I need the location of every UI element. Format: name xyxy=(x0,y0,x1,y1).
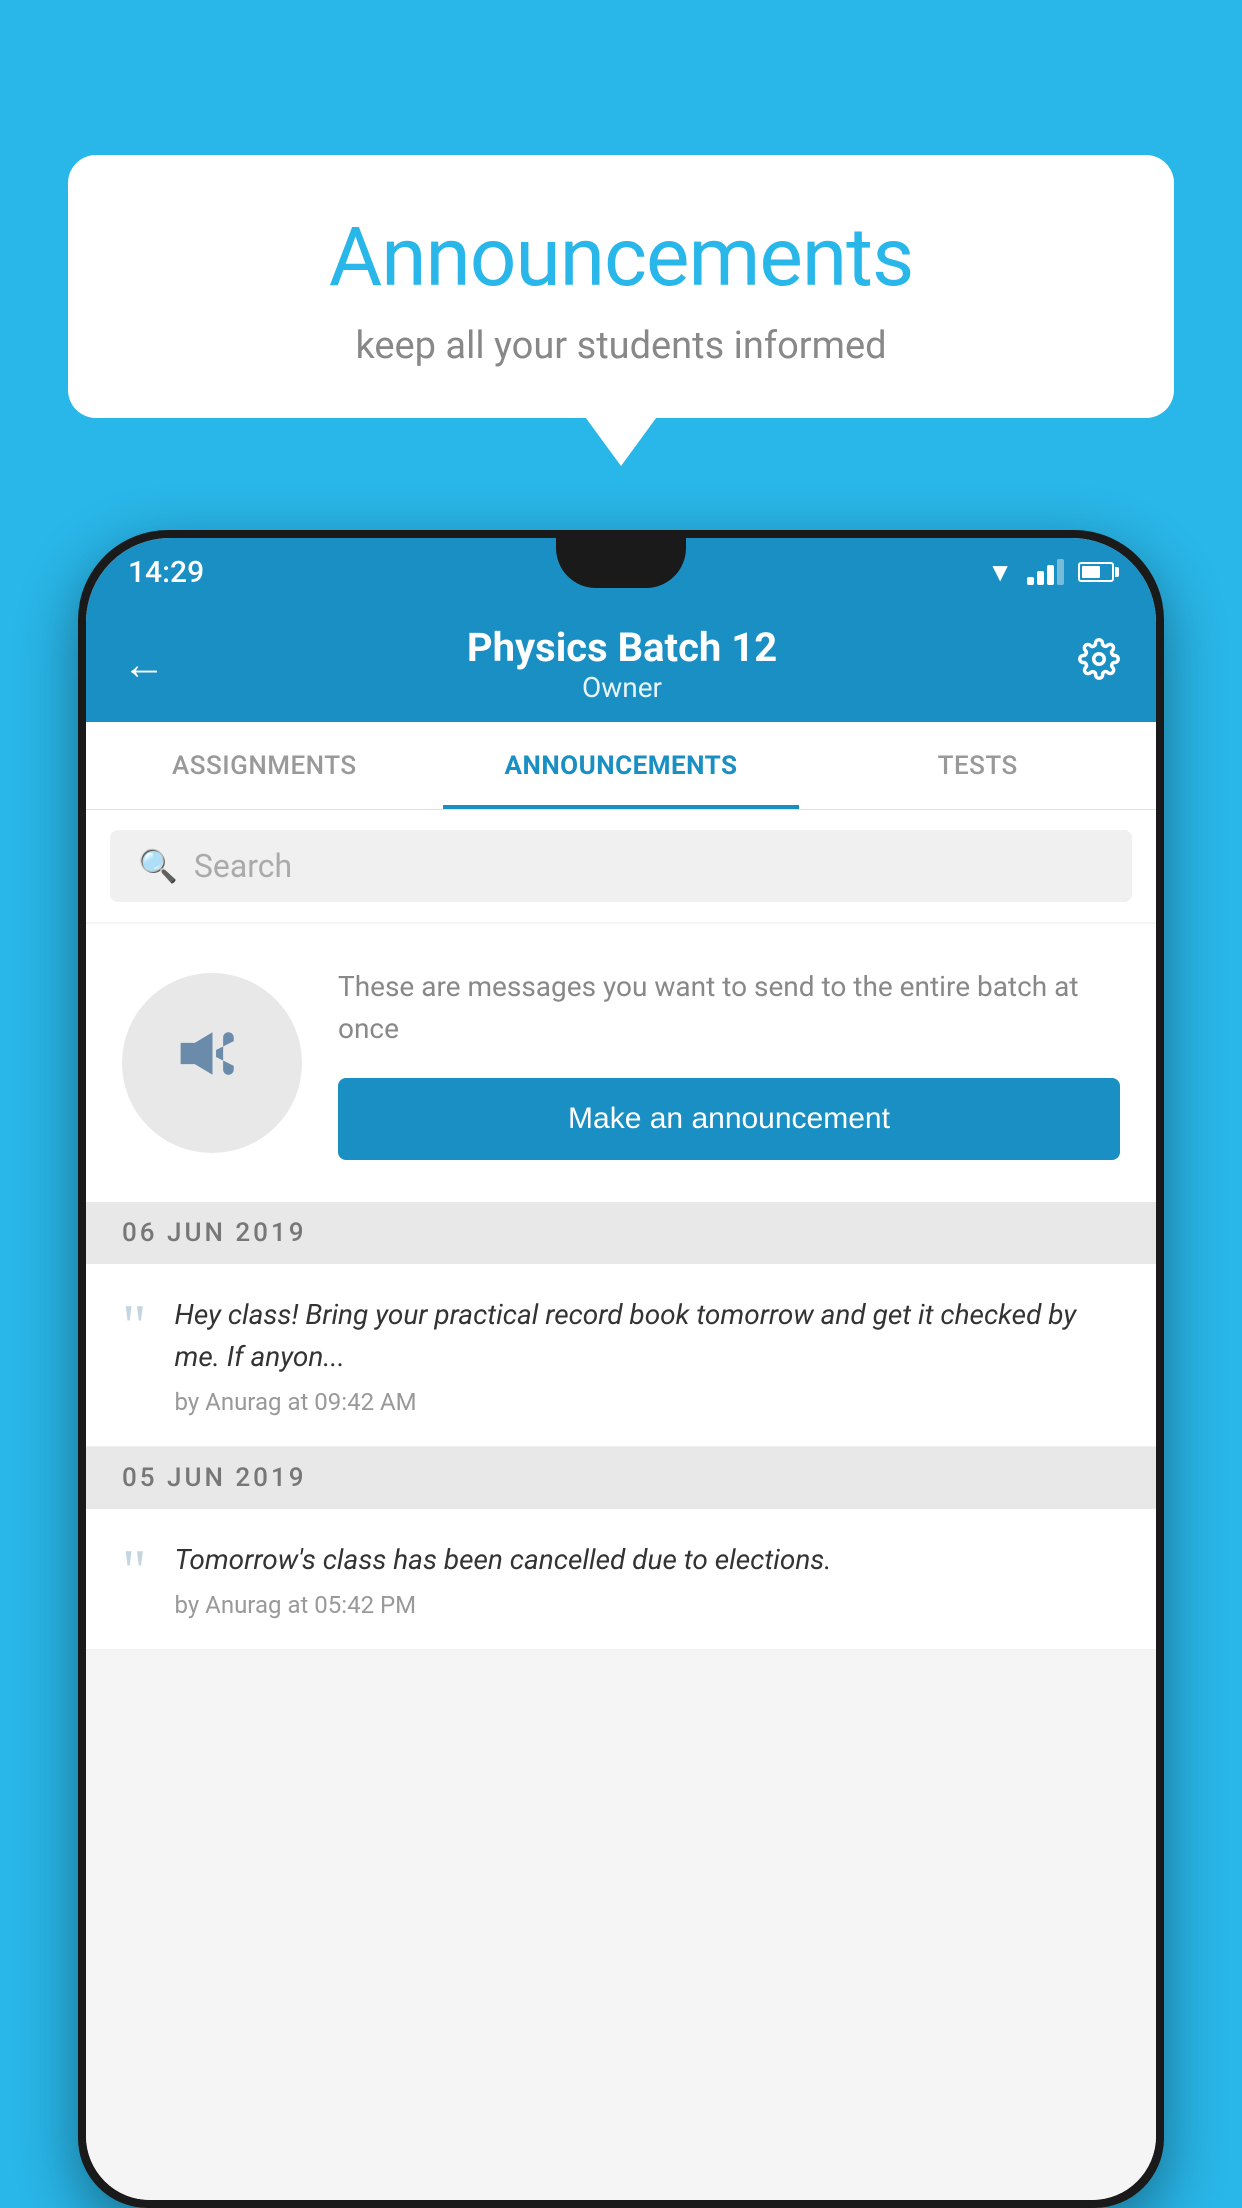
header-title: Physics Batch 12 xyxy=(166,624,1078,671)
tab-assignments[interactable]: ASSIGNMENTS xyxy=(86,722,443,809)
tab-announcements[interactable]: ANNOUNCEMENTS xyxy=(443,722,800,809)
search-icon: 🔍 xyxy=(138,847,178,885)
make-announcement-button[interactable]: Make an announcement xyxy=(338,1078,1120,1160)
announcement-meta-2: by Anurag at 05:42 PM xyxy=(175,1591,1121,1619)
content-area: 🔍 Search These are messages yo xyxy=(86,810,1156,2200)
speech-bubble-subtitle: keep all your students informed xyxy=(128,324,1114,368)
header-center: Physics Batch 12 Owner xyxy=(166,624,1078,704)
phone-frame: 14:29 ▼ xyxy=(78,530,1164,2208)
announcement-text-1: Hey class! Bring your practical record b… xyxy=(175,1294,1121,1378)
search-bar[interactable]: 🔍 Search xyxy=(110,830,1132,902)
date-separator-1: 06 JUN 2019 xyxy=(86,1202,1156,1264)
phone-inner: 14:29 ▼ xyxy=(86,538,1156,2200)
tab-bar: ASSIGNMENTS ANNOUNCEMENTS TESTS xyxy=(86,722,1156,810)
announcement-text-2: Tomorrow's class has been cancelled due … xyxy=(175,1539,1121,1581)
search-placeholder: Search xyxy=(194,847,292,885)
wifi-icon: ▼ xyxy=(987,557,1013,588)
status-icons: ▼ xyxy=(987,557,1114,588)
back-button[interactable]: ← xyxy=(122,638,166,690)
announcement-content-2: Tomorrow's class has been cancelled due … xyxy=(175,1539,1121,1619)
quote-icon-2: " xyxy=(122,1547,147,1595)
speech-bubble-title: Announcements xyxy=(128,210,1114,306)
date-separator-2: 05 JUN 2019 xyxy=(86,1447,1156,1509)
phone-notch xyxy=(556,538,686,588)
speech-bubble-section: Announcements keep all your students inf… xyxy=(68,155,1174,418)
announcement-item-1[interactable]: " Hey class! Bring your practical record… xyxy=(86,1264,1156,1447)
battery-icon xyxy=(1078,562,1114,582)
header-subtitle: Owner xyxy=(166,671,1078,704)
phone-screen: 14:29 ▼ xyxy=(86,538,1156,2200)
speech-bubble: Announcements keep all your students inf… xyxy=(68,155,1174,418)
search-container: 🔍 Search xyxy=(86,810,1156,922)
megaphone-icon xyxy=(170,1011,255,1116)
announcement-prompt: These are messages you want to send to t… xyxy=(86,924,1156,1202)
signal-icon xyxy=(1027,559,1064,585)
settings-button[interactable] xyxy=(1078,638,1120,690)
app-header: ← Physics Batch 12 Owner xyxy=(86,606,1156,722)
announcement-description: These are messages you want to send to t… xyxy=(338,966,1120,1050)
quote-icon-1: " xyxy=(122,1302,147,1350)
announcement-item-2[interactable]: " Tomorrow's class has been cancelled du… xyxy=(86,1509,1156,1650)
announcement-right: These are messages you want to send to t… xyxy=(338,966,1120,1160)
announcement-content-1: Hey class! Bring your practical record b… xyxy=(175,1294,1121,1416)
status-time: 14:29 xyxy=(128,555,204,590)
announcement-meta-1: by Anurag at 09:42 AM xyxy=(175,1388,1121,1416)
announcement-icon-circle xyxy=(122,973,302,1153)
tab-tests[interactable]: TESTS xyxy=(799,722,1156,809)
